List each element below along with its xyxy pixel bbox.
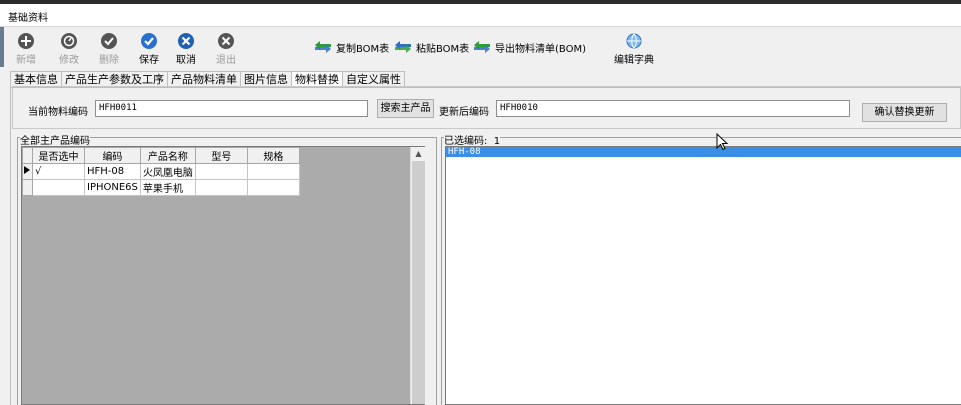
col-code[interactable]: 编码 [84,147,141,164]
cancel-button[interactable]: 取消 [168,30,204,66]
row-indicator[interactable] [22,179,33,196]
confirm-replace-button[interactable]: 确认替换更新 [862,103,947,122]
copy-bom-button[interactable]: 复制BOM表 [314,38,389,56]
delete-circle-icon [101,33,117,49]
add-button[interactable]: 新增 [8,30,44,66]
scroll-up-icon[interactable]: ▲ [411,147,426,161]
cell-selected[interactable]: √ [32,163,85,180]
swap-arrows-icon [474,41,490,53]
exit-circle-icon [218,33,234,49]
selected-codes-title: 已选编码: 1 [444,132,501,147]
table-row[interactable]: √ HFH-08 火凤凰电脑 [22,163,300,180]
current-code-label: 当前物料编码 [28,107,88,118]
edit-circle-icon [61,33,77,49]
export-bom-button[interactable]: 导出物料清单(BOM) [473,38,586,56]
check-circle-icon [141,33,157,49]
table-row[interactable]: IPHONE6S 苹果手机 [22,179,300,196]
swap-arrows-icon [395,41,411,53]
tab-production-params[interactable]: 产品生产参数及工序 [61,71,168,87]
current-code-input[interactable]: HFH0011 [95,100,368,117]
window-title: 基础资料 [8,13,48,24]
plus-circle-icon [18,33,34,49]
mouse-pointer-icon [716,133,728,151]
cell-code[interactable]: HFH-08 [84,163,141,180]
cancel-button-label: 取消 [176,55,196,66]
toolbar: 新增 修改 删除 保存 取消 退出 复制BOM表 粘贴BOM表 导出物料清单(B… [4,27,961,69]
cell-product-name[interactable]: 火凤凰电脑 [139,163,196,180]
scroll-thumb[interactable] [412,161,425,404]
tab-images[interactable]: 图片信息 [240,71,292,87]
copy-bom-label: 复制BOM表 [336,43,390,55]
tab-strip: 基本信息 产品生产参数及工序 产品物料清单 图片信息 物料替换 自定义属性 [10,71,405,88]
cell-selected[interactable] [32,179,85,196]
save-button-label: 保存 [139,55,159,66]
paste-bom-button[interactable]: 粘贴BOM表 [394,38,469,56]
edit-dictionary-button[interactable]: 编辑字典 [609,30,659,66]
list-item[interactable]: HFH-08 [446,147,961,157]
products-grid: 是否选中 编码 产品名称 型号 规格 √ HFH-08 火凤凰电脑 IPHONE… [21,146,425,405]
window-title-bar: 基础资料 [0,4,961,27]
swap-arrows-icon [315,41,331,53]
col-selected[interactable]: 是否选中 [32,147,85,164]
grid-corner-cell [22,147,33,164]
updated-code-input[interactable]: HFH0010 [496,100,850,117]
tab-custom-attributes[interactable]: 自定义属性 [342,71,405,87]
cell-product-name[interactable]: 苹果手机 [139,179,196,196]
tab-basic-info[interactable]: 基本信息 [10,71,62,87]
save-button[interactable]: 保存 [131,30,167,66]
cell-model[interactable] [194,163,248,180]
add-button-label: 新增 [16,55,36,66]
search-product-button[interactable]: 搜索主产品 [377,99,434,118]
export-bom-label: 导出物料清单(BOM) [495,43,586,55]
exit-button-label: 退出 [216,55,236,66]
grid-vertical-scrollbar[interactable]: ▲ [410,147,425,404]
selected-codes-list[interactable]: HFH-08 [445,146,961,405]
all-products-title: 全部主产品编码 [20,132,90,147]
edit-dictionary-label: 编辑字典 [614,55,654,66]
col-model[interactable]: 型号 [194,147,248,164]
paste-bom-label: 粘贴BOM表 [416,43,470,55]
tab-bom[interactable]: 产品物料清单 [167,71,241,87]
cell-spec[interactable] [246,163,300,180]
delete-button[interactable]: 删除 [91,30,127,66]
row-indicator[interactable] [22,163,33,180]
cell-model[interactable] [194,179,248,196]
col-spec[interactable]: 规格 [246,147,300,164]
cell-code[interactable]: IPHONE6S [84,179,141,196]
x-circle-icon [178,33,194,49]
grid-header-row: 是否选中 编码 产品名称 型号 规格 [22,147,300,164]
col-product-name[interactable]: 产品名称 [139,147,196,164]
exit-button[interactable]: 退出 [208,30,244,66]
updated-code-label: 更新后编码 [439,107,489,118]
cell-spec[interactable] [246,179,300,196]
edit-button[interactable]: 修改 [51,30,87,66]
current-row-arrow-icon [24,166,30,174]
edit-button-label: 修改 [59,55,79,66]
delete-button-label: 删除 [99,55,119,66]
globe-icon [626,33,642,49]
